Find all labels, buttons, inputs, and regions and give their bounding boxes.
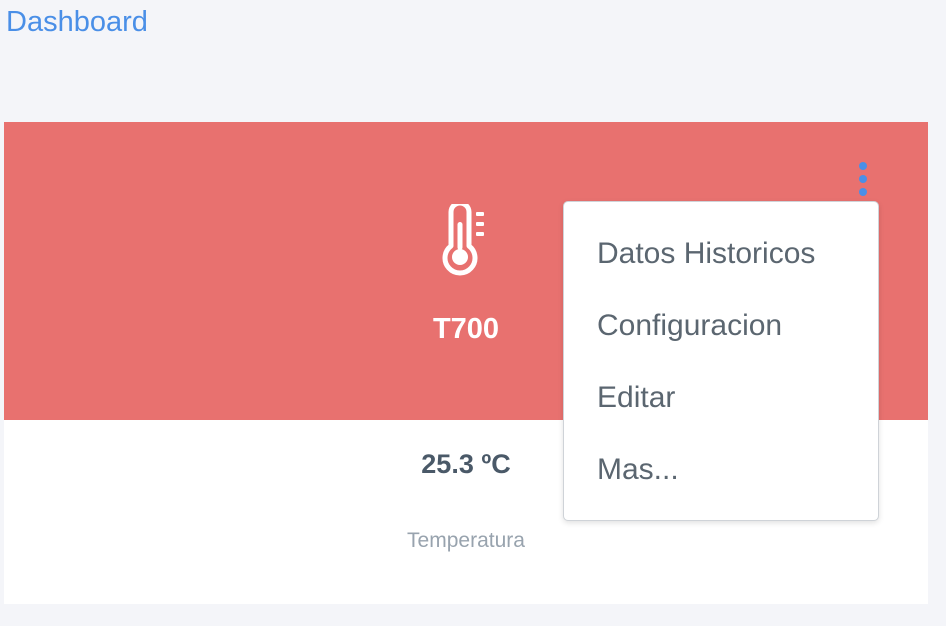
thermometer-icon — [442, 204, 484, 276]
kebab-dot — [859, 162, 867, 170]
kebab-dot — [859, 188, 867, 196]
menu-item-configuracion[interactable]: Configuracion — [564, 290, 878, 362]
reading-value: 25.3 ºC — [421, 449, 511, 479]
menu-item-datos-historicos[interactable]: Datos Historicos — [564, 218, 878, 290]
reading-label: Temperatura — [407, 529, 525, 552]
menu-item-editar[interactable]: Editar — [564, 362, 878, 434]
kebab-menu-icon[interactable] — [852, 160, 874, 198]
page-title: Dashboard — [6, 6, 148, 38]
options-dropdown-menu: Datos Historicos Configuracion Editar Ma… — [563, 201, 879, 521]
device-name: T700 — [432, 313, 500, 345]
menu-item-mas[interactable]: Mas... — [564, 434, 878, 506]
kebab-dot — [859, 175, 867, 183]
